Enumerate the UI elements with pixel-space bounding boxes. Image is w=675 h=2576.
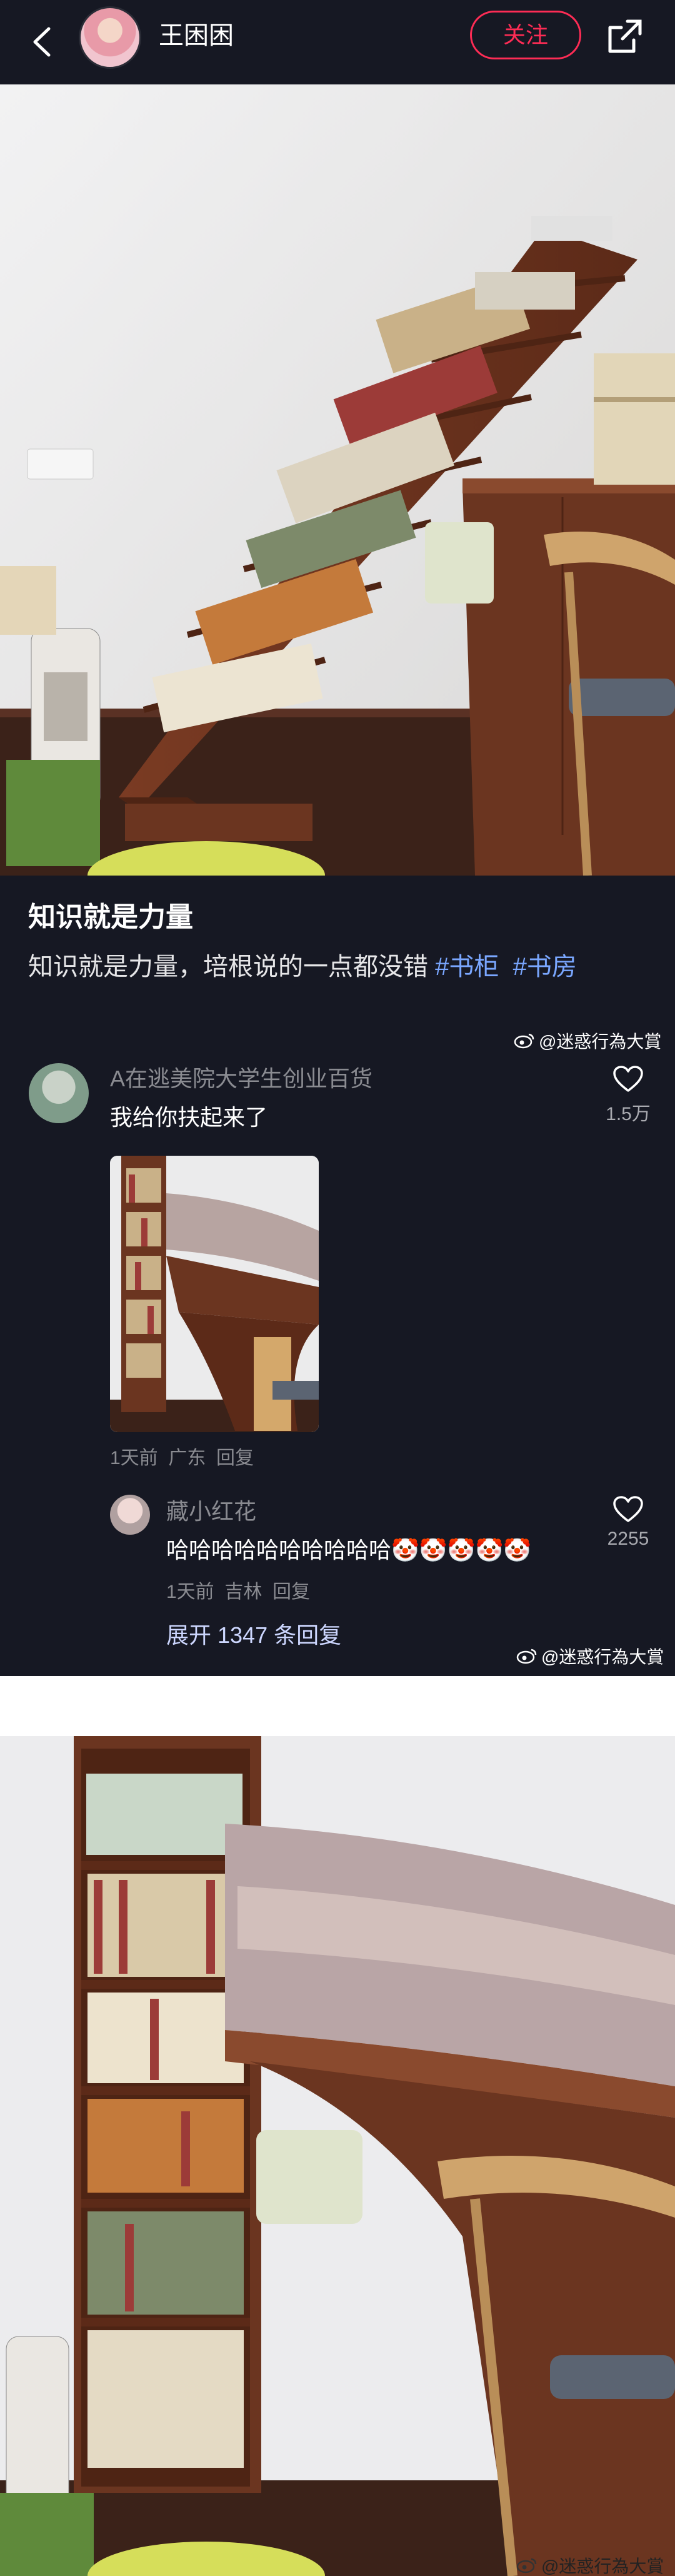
weibo-icon	[516, 2558, 537, 2573]
edited-bookshelf-scene	[0, 1736, 675, 2576]
comment-like[interactable]: 1.5万	[600, 1064, 656, 1126]
comment-location: 广东	[168, 1448, 206, 1468]
post-title: 知识就是力量	[28, 902, 193, 932]
weibo-icon	[514, 1033, 534, 1049]
sub-reply-emoji: 🤡🤡🤡🤡🤡	[391, 1537, 532, 1563]
section-gap	[0, 1676, 675, 1736]
sub-reply-reply-button[interactable]: 回复	[272, 1582, 310, 1602]
back-arrow-icon[interactable]	[21, 20, 65, 64]
heart-icon[interactable]	[612, 1064, 644, 1093]
watermark-text: @迷惑行為大賞	[539, 1032, 662, 1051]
comment-like-count: 1.5万	[606, 1104, 651, 1124]
sub-reply-like-count: 2255	[607, 1528, 649, 1549]
sub-reply-location: 吉林	[224, 1582, 262, 1602]
expand-replies-button[interactable]: 展开 1347 条回复	[166, 1617, 341, 1650]
follow-button[interactable]: 关注	[470, 11, 581, 59]
post-body: 知识就是力量，培根说的一点都没错 #书柜 #书房	[28, 946, 647, 988]
watermark: @迷惑行為大賞	[516, 2553, 664, 2576]
comment-reply-button[interactable]: 回复	[216, 1448, 254, 1468]
sub-reply-avatar[interactable]	[110, 1495, 150, 1535]
watermark: @迷惑行為大賞	[514, 1028, 661, 1053]
author-name[interactable]: 王困困	[159, 19, 234, 52]
hashtag-study[interactable]: #书房	[513, 953, 577, 981]
top-navbar: 王困困 关注	[0, 0, 675, 84]
comment-meta: 1天前 广东 回复	[110, 1442, 254, 1470]
comment-image[interactable]	[110, 1156, 319, 1432]
sub-reply-author[interactable]: 藏小红花	[166, 1493, 256, 1526]
sub-reply-text-body: 哈哈哈哈哈哈哈哈哈哈	[166, 1537, 392, 1563]
comment-time: 1天前	[110, 1448, 158, 1468]
sub-reply-like[interactable]: 2255	[600, 1495, 656, 1550]
sub-reply-meta: 1天前 吉林 回复	[166, 1576, 310, 1604]
sub-reply-text: 哈哈哈哈哈哈哈哈哈哈🤡🤡🤡🤡🤡	[166, 1532, 531, 1565]
post-body-text: 知识就是力量，培根说的一点都没错	[28, 953, 436, 981]
post-photo-2[interactable]: @迷惑行為大賞	[0, 1736, 675, 2576]
watermark-text: @迷惑行為大賞	[541, 1647, 664, 1667]
sub-reply-time: 1天前	[166, 1582, 214, 1602]
commenter-avatar[interactable]	[29, 1063, 89, 1123]
watermark-text: @迷惑行為大賞	[541, 2557, 664, 2576]
comment-text: 我给你扶起来了	[110, 1104, 268, 1130]
bookshelf-scene	[0, 84, 675, 876]
share-icon[interactable]	[602, 15, 646, 59]
author-avatar[interactable]	[79, 6, 141, 69]
comment-author[interactable]: A在逃美院大学生创业百货	[110, 1061, 372, 1093]
hashtag-bookcase[interactable]: #书柜	[435, 953, 499, 981]
watermark: @迷惑行為大賞	[516, 1644, 664, 1669]
heart-icon[interactable]	[612, 1495, 644, 1523]
straightened-shelf-thumb	[110, 1156, 319, 1432]
post-photo-1[interactable]	[0, 84, 675, 876]
weibo-icon	[516, 1649, 537, 1664]
